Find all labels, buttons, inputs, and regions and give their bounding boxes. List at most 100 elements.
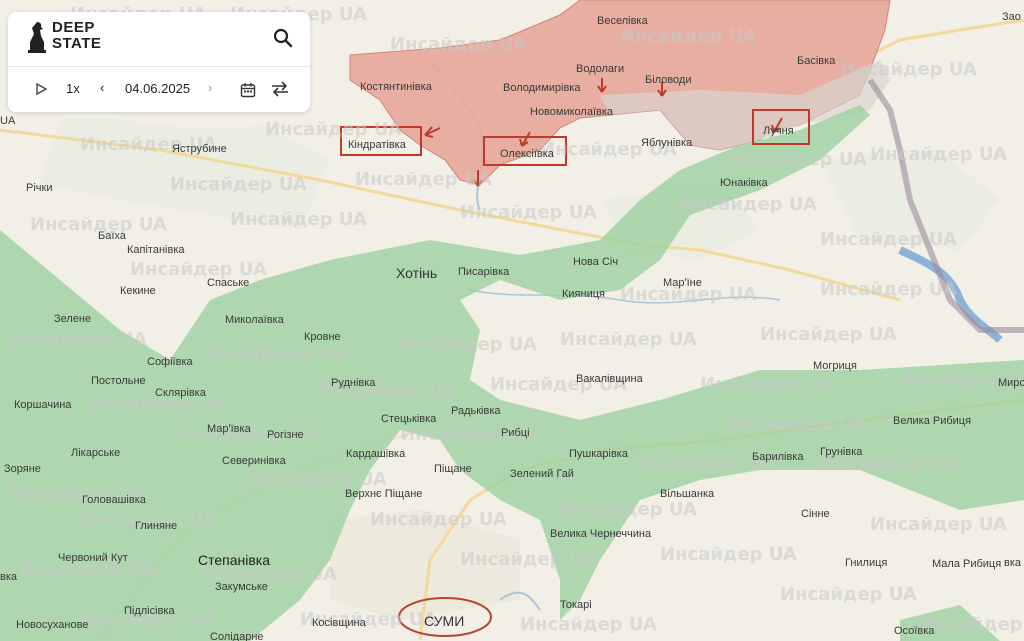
place-label[interactable]: Кардашівка — [346, 448, 406, 460]
place-label[interactable]: Пушкарівка — [569, 448, 629, 460]
place-label[interactable]: Зао — [1002, 11, 1021, 23]
place-label[interactable]: Закумське — [215, 581, 268, 593]
watermark: Инсайдер UA — [840, 59, 977, 80]
place-label[interactable]: Вільшанка — [660, 488, 715, 500]
place-label[interactable]: Веселівка — [597, 15, 648, 27]
place-label[interactable]: Червоний Кут — [58, 552, 128, 564]
brand-line2: STATE — [52, 35, 102, 52]
place-label[interactable]: Софіївка — [147, 356, 194, 368]
place-label[interactable]: Могриця — [813, 360, 857, 372]
place-label[interactable]: Баїха — [98, 230, 127, 242]
place-label[interactable]: Коршачина — [14, 399, 72, 411]
watermark: Инсайдер UA — [620, 26, 757, 47]
watermark: Инсайдер UA — [520, 614, 657, 635]
place-label[interactable]: Руднівка — [331, 377, 376, 389]
play-icon[interactable] — [34, 82, 48, 96]
place-label[interactable]: Склярівка — [155, 387, 207, 399]
watermark: Инсайдер UA — [390, 34, 527, 55]
watermark: Инсайдер UA — [780, 584, 917, 605]
watermark: Инсайдер UA — [730, 149, 867, 170]
place-label[interactable]: Гнилиця — [845, 557, 887, 569]
place-label[interactable]: Сінне — [801, 508, 830, 520]
place-label[interactable]: Радьківка — [451, 405, 501, 417]
place-label[interactable]: Зелене — [54, 313, 91, 325]
place-label[interactable]: Володимирівка — [503, 82, 581, 94]
panel-divider — [8, 66, 310, 67]
place-label[interactable]: Басівка — [797, 55, 836, 67]
place-label[interactable]: Спаське — [207, 277, 249, 289]
place-label[interactable]: Велика Рибиця — [893, 415, 971, 427]
place-label[interactable]: Рогізне — [267, 429, 304, 441]
place-label[interactable]: Солідарне — [210, 631, 264, 641]
place-label[interactable]: Токарі — [560, 599, 592, 611]
place-label[interactable]: Новомиколаївка — [530, 106, 614, 118]
place-label[interactable]: Лучня — [763, 125, 794, 137]
place-label[interactable]: Яструбине — [172, 143, 227, 155]
calendar-icon[interactable] — [240, 82, 256, 98]
place-label[interactable]: Мала Рибиця — [932, 558, 1001, 570]
place-label[interactable]: Підлісівка — [124, 605, 175, 617]
watermark: Инсайдер UA — [660, 544, 797, 565]
place-label[interactable]: Северинівка — [222, 455, 287, 467]
watermark: Инсайдер UA — [920, 614, 1024, 635]
watermark: Инсайдер UA — [355, 169, 492, 190]
place-label[interactable]: Кекине — [120, 285, 156, 297]
place-label[interactable]: Хотінь — [396, 265, 437, 281]
place-label[interactable]: Миро — [998, 377, 1024, 389]
place-label[interactable]: Зелений Гай — [510, 468, 574, 480]
place-label[interactable]: Біловоди — [645, 74, 691, 86]
place-label[interactable]: Лікарське — [71, 447, 120, 459]
watermark: Инсайдер UA — [265, 119, 402, 140]
place-label[interactable]: Косівщина — [312, 617, 367, 629]
place-label[interactable]: Рибці — [501, 427, 530, 439]
place-label[interactable]: Грунівка — [820, 446, 863, 458]
place-label[interactable]: Верхнє Піщане — [345, 488, 422, 500]
place-label[interactable]: Вакалівщина — [576, 373, 644, 385]
playback-speed-button[interactable]: 1x — [66, 81, 80, 96]
place-label[interactable]: Глиняне — [135, 520, 177, 532]
place-label-sumy[interactable]: СУМИ — [424, 613, 464, 629]
place-label[interactable]: Барилівка — [752, 451, 804, 463]
place-label[interactable]: Олексіївка — [500, 148, 555, 160]
place-label[interactable]: Юнаківка — [720, 177, 768, 189]
place-label[interactable]: Водолаги — [576, 63, 624, 75]
place-label[interactable]: Новосуханове — [16, 619, 88, 631]
current-date-label[interactable]: 04.06.2025 — [125, 81, 190, 96]
chevron-right-icon: › — [208, 80, 213, 95]
place-label[interactable]: Піщане — [434, 463, 472, 475]
place-label[interactable]: Костянтинівка — [360, 81, 433, 93]
place-label[interactable]: вка — [0, 571, 18, 583]
place-label[interactable]: Капітанівка — [127, 244, 185, 256]
place-label[interactable]: Кіндратівка — [348, 139, 407, 151]
place-label[interactable]: Осоївка — [894, 625, 935, 637]
place-label[interactable]: Стецьківка — [381, 413, 437, 425]
place-label[interactable]: Степанівка — [198, 552, 270, 568]
place-label[interactable]: Головашівка — [82, 494, 147, 506]
place-label[interactable]: Яблунівка — [641, 137, 693, 149]
brand-line1: DEEP — [52, 19, 95, 36]
place-label[interactable]: Кияниця — [562, 288, 605, 300]
watermark: Инсайдер UA — [760, 324, 897, 345]
watermark: Инсайдер UA — [10, 329, 147, 350]
place-label[interactable]: Писарівка — [458, 266, 510, 278]
place-label[interactable]: Нова Січ — [573, 256, 618, 268]
watermark: Инсайдер UA — [560, 499, 697, 520]
watermark: Инсайдер UA — [870, 144, 1007, 165]
watermark: Инсайдер UA — [400, 334, 537, 355]
search-icon[interactable] — [272, 27, 294, 49]
next-date-button[interactable]: › — [208, 80, 212, 95]
previous-date-button[interactable]: ‹ — [100, 80, 104, 95]
compare-dates-icon[interactable] — [270, 80, 290, 98]
place-label[interactable]: Річки — [26, 182, 52, 194]
place-label[interactable]: Кровне — [304, 331, 341, 343]
place-label[interactable]: Мар'їне — [663, 277, 702, 289]
place-label[interactable]: Миколаївка — [225, 314, 285, 326]
place-label[interactable]: Зоряне — [4, 463, 41, 475]
place-label[interactable]: UA — [0, 115, 16, 127]
watermark: Инсайдер UA — [370, 509, 507, 530]
brand-wordmark: DEEP STATE — [52, 20, 101, 52]
place-label[interactable]: Мар'ївка — [207, 423, 252, 435]
place-label[interactable]: Постольне — [91, 375, 146, 387]
place-label[interactable]: вка — [1004, 557, 1022, 569]
place-label[interactable]: Велика Чернеччина — [550, 528, 652, 540]
